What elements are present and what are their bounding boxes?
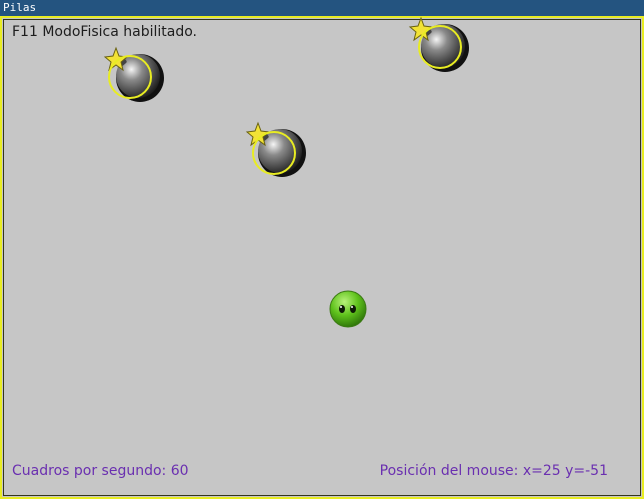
physics-mode-message: F11 ModoFisica habilitado.	[12, 24, 197, 40]
window-title: Pilas	[3, 1, 37, 14]
bomb-icon[interactable]	[244, 119, 314, 189]
fps-counter: Cuadros por segundo: 60	[12, 463, 189, 479]
game-canvas[interactable]: F11 ModoFisica habilitado. Cuadros por s…	[0, 16, 644, 499]
bomb-icon[interactable]	[102, 46, 172, 116]
mouse-position-readout: Posición del mouse: x=25 y=-51	[379, 463, 608, 479]
bomb-icon[interactable]	[405, 16, 475, 86]
green-ball-icon[interactable]	[328, 290, 368, 330]
canvas-inner-border	[3, 19, 641, 496]
window-titlebar[interactable]: Pilas	[0, 0, 644, 16]
